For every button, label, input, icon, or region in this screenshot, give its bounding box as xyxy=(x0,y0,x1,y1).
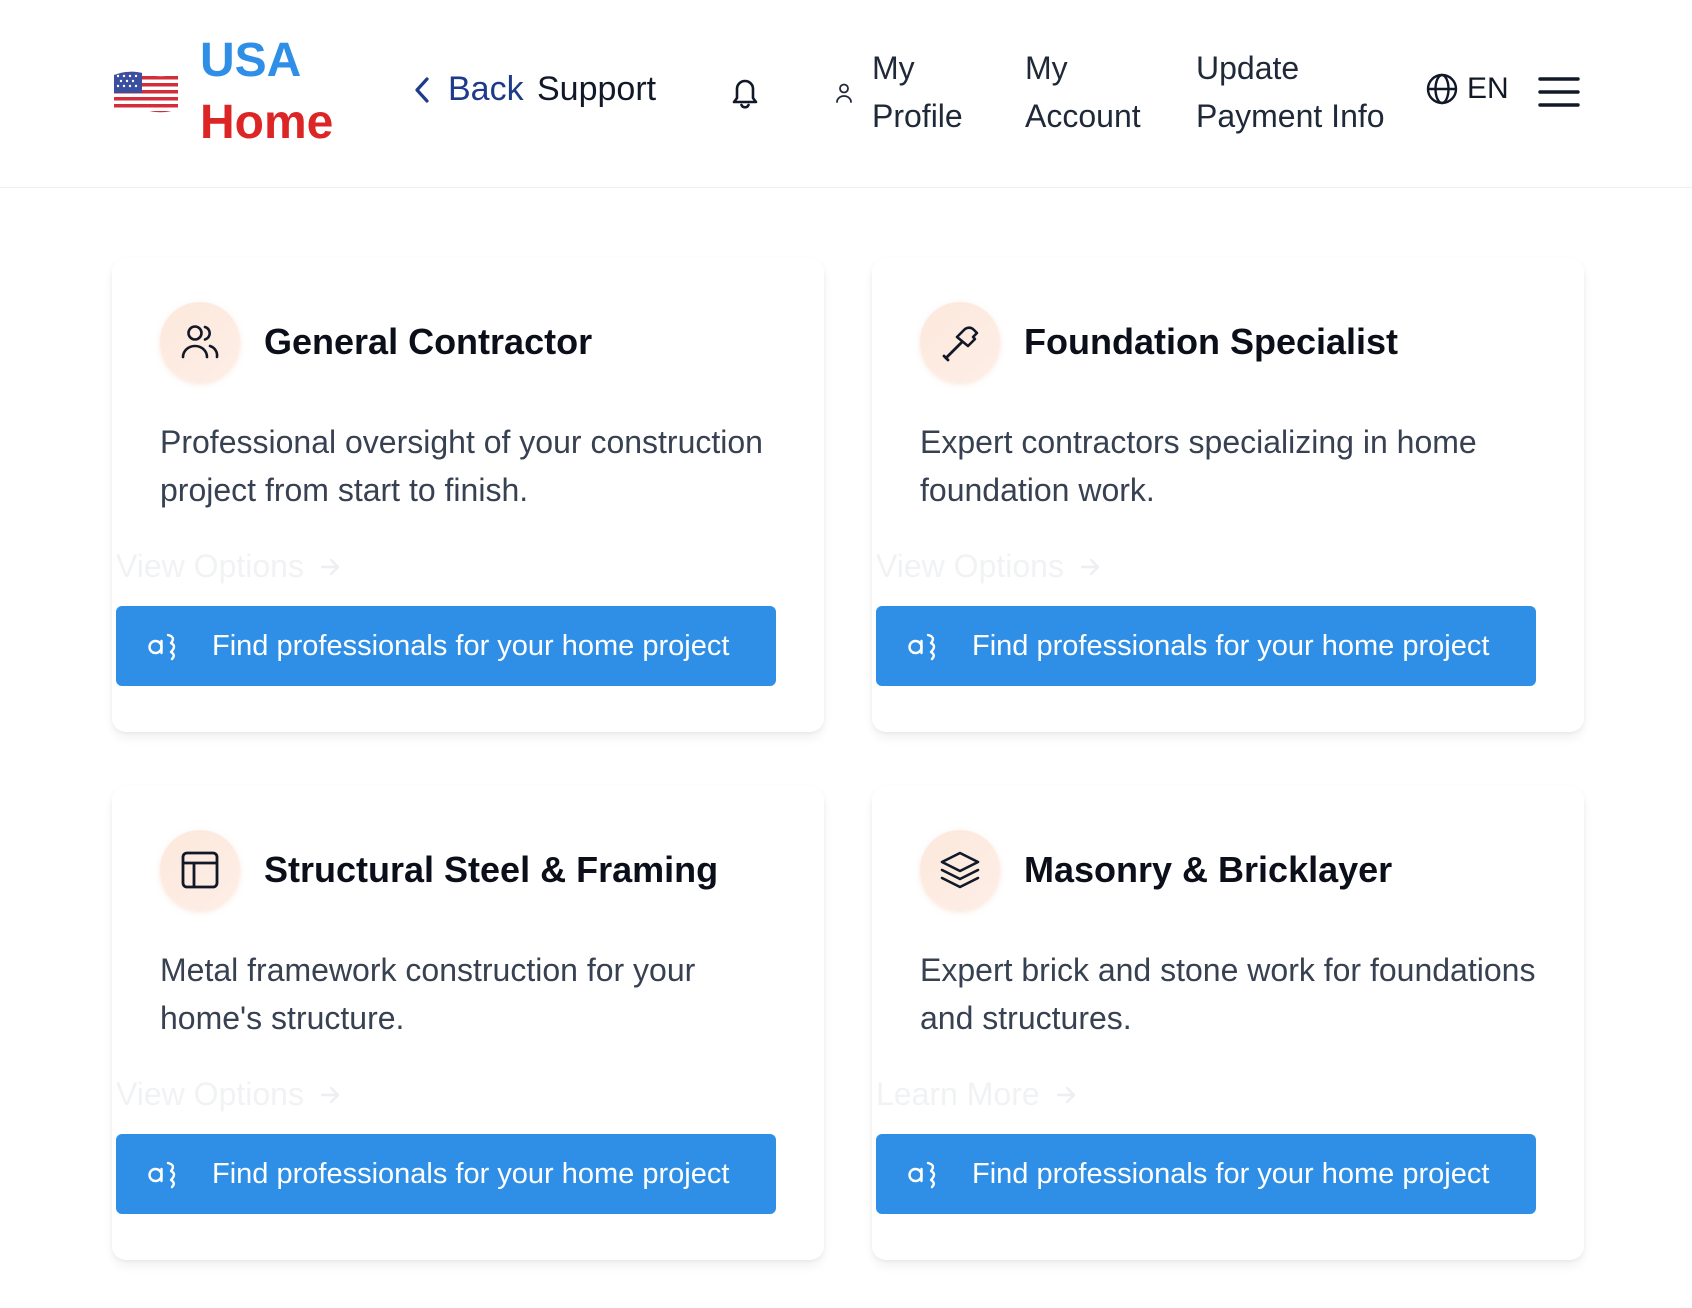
translate-icon xyxy=(908,1161,936,1189)
button-label: Find professionals for your home project xyxy=(212,1157,730,1190)
button-label: Find professionals for your home project xyxy=(212,629,730,662)
nav-payment-line1: Update xyxy=(1196,50,1300,86)
card-link-label: Learn More xyxy=(876,1076,1040,1112)
nav-update-payment-info[interactable]: Update Payment Info xyxy=(1196,44,1385,140)
arrow-right-icon xyxy=(320,1086,340,1103)
nav-my-account[interactable]: My Account xyxy=(1025,44,1141,140)
find-professionals-button[interactable]: Find professionals for your home project xyxy=(876,606,1536,686)
brand-name: USA Home xyxy=(200,30,333,154)
card-title: General Contractor xyxy=(264,321,593,362)
back-label: Back xyxy=(448,70,524,108)
learn-more-link[interactable]: Learn More xyxy=(876,1076,1078,1113)
card-header: Structural Steel & Framing xyxy=(160,830,718,910)
layout-icon xyxy=(181,851,219,889)
brand-logo[interactable]: USA Home xyxy=(112,30,333,154)
card-title: Structural Steel & Framing xyxy=(264,849,719,890)
arrow-right-icon xyxy=(1056,1086,1075,1103)
globe-icon xyxy=(1426,73,1458,105)
translate-icon xyxy=(148,1161,176,1189)
nav-profile-line1: My xyxy=(872,50,915,86)
card-header: General Contractor xyxy=(160,302,592,382)
language-label: EN xyxy=(1467,72,1509,105)
language-selector[interactable]: EN xyxy=(1425,72,1509,106)
translate-icon xyxy=(148,633,176,661)
service-card-general-contractor: General Contractor Professional oversigh… xyxy=(112,258,824,732)
service-card-structural-steel-framing: Structural Steel & Framing Metal framewo… xyxy=(112,786,824,1260)
arrow-right-icon xyxy=(320,558,340,575)
hammer-icon xyxy=(942,326,979,362)
card-header: Masonry & Bricklayer xyxy=(920,830,1392,910)
bell-icon[interactable] xyxy=(728,74,762,110)
hamburger-menu-icon[interactable] xyxy=(1538,76,1580,108)
back-button[interactable]: Back xyxy=(410,70,524,109)
nav-my-profile[interactable]: My Profile xyxy=(872,44,963,140)
card-icon-badge xyxy=(920,830,1000,910)
button-label: Find professionals for your home project xyxy=(972,629,1490,662)
users-icon xyxy=(181,325,219,359)
brand-home: Home xyxy=(200,96,334,149)
layers-icon xyxy=(940,851,980,889)
arrow-right-icon xyxy=(1080,558,1100,575)
us-flag-icon xyxy=(114,71,178,113)
chevron-left-icon xyxy=(415,76,429,103)
card-description: Expert contractors specializing in home … xyxy=(920,424,1477,508)
top-header: USA Home Back Support My Profile My Acco… xyxy=(0,0,1692,188)
card-icon-badge xyxy=(160,830,240,910)
card-title: Foundation Specialist xyxy=(1024,321,1399,362)
nav-profile-line2: Profile xyxy=(872,98,963,134)
nav-account-line1: My xyxy=(1025,50,1068,86)
translate-icon xyxy=(908,633,936,661)
service-card-masonry-bricklayer: Masonry & Bricklayer Expert brick and st… xyxy=(872,786,1584,1260)
find-professionals-button[interactable]: Find professionals for your home project xyxy=(116,606,776,686)
support-link[interactable]: Support xyxy=(537,70,656,109)
card-link-label: View Options xyxy=(116,548,304,584)
user-icon xyxy=(836,83,852,103)
view-options-link[interactable]: View Options xyxy=(116,1076,342,1113)
card-icon-badge xyxy=(160,302,240,382)
find-professionals-button[interactable]: Find professionals for your home project xyxy=(116,1134,776,1214)
view-options-link[interactable]: View Options xyxy=(876,548,1102,585)
card-description: Expert brick and stone work for foundati… xyxy=(920,952,1536,1036)
brand-usa: USA xyxy=(200,34,302,87)
card-title: Masonry & Bricklayer xyxy=(1024,849,1393,890)
card-link-label: View Options xyxy=(876,548,1064,584)
card-header: Foundation Specialist xyxy=(920,302,1398,382)
service-card-foundation-specialist: Foundation Specialist Expert contractors… xyxy=(872,258,1584,732)
card-description: Professional oversight of your construct… xyxy=(160,424,763,508)
card-icon-badge xyxy=(920,302,1000,382)
button-label: Find professionals for your home project xyxy=(972,1157,1490,1190)
view-options-link[interactable]: View Options xyxy=(116,548,342,585)
card-description: Metal framework construction for your ho… xyxy=(160,952,696,1036)
nav-account-line2: Account xyxy=(1025,98,1141,134)
find-professionals-button[interactable]: Find professionals for your home project xyxy=(876,1134,1536,1214)
card-link-label: View Options xyxy=(116,1076,304,1112)
nav-payment-line2: Payment Info xyxy=(1196,98,1385,134)
